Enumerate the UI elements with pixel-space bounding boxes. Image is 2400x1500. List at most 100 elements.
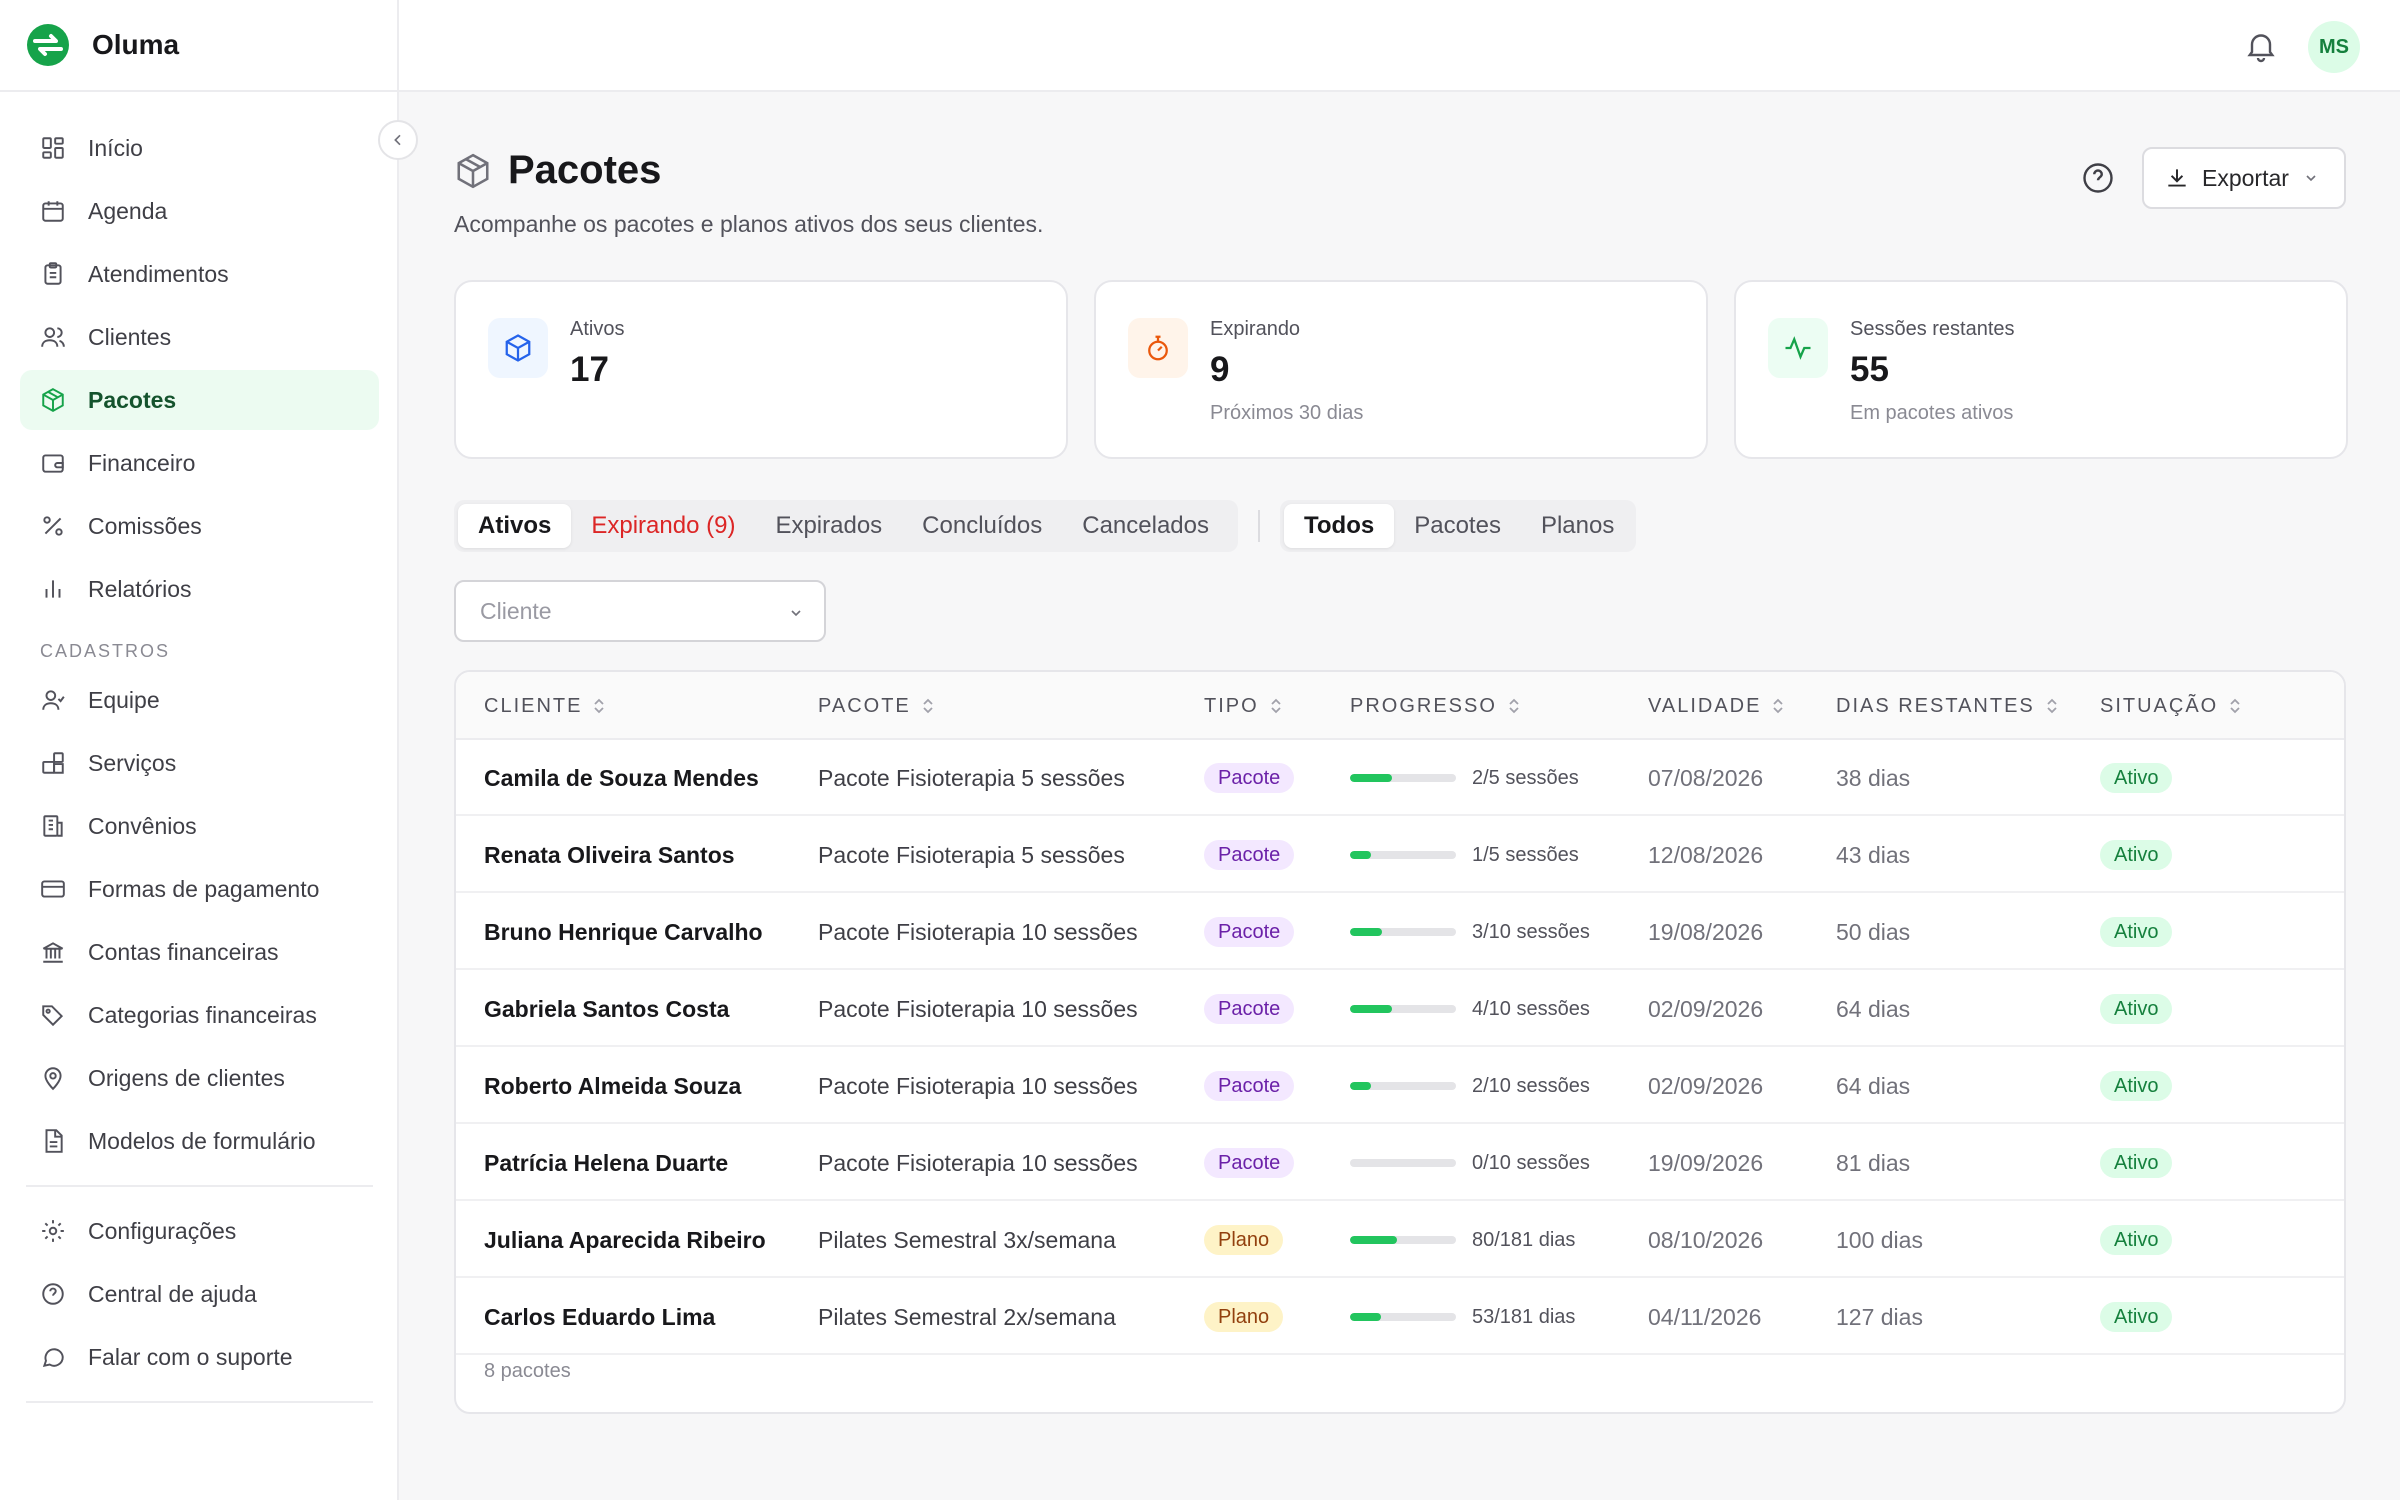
sidebar-item-servicos[interactable]: Serviços: [20, 733, 379, 793]
tab-ativos[interactable]: Ativos: [458, 504, 572, 548]
cell-dias-restantes: 38 dias: [1836, 764, 1911, 791]
tab-cancelados[interactable]: Cancelados: [1062, 504, 1229, 548]
sort-icon: [594, 698, 605, 714]
sidebar-item-origens-clientes[interactable]: Origens de clientes: [20, 1048, 379, 1108]
type-tabs: Todos Pacotes Planos: [1280, 500, 1636, 552]
sidebar-item-convenios[interactable]: Convênios: [20, 796, 379, 856]
tab-planos[interactable]: Planos: [1521, 504, 1634, 548]
sidebar-item-central-ajuda[interactable]: Central de ajuda: [20, 1264, 379, 1324]
package-icon: [457, 153, 489, 188]
clipboard-icon: [40, 261, 66, 287]
stat-card-ativos: Ativos 17: [454, 280, 1068, 459]
sidebar-item-contas-financeiras[interactable]: Contas financeiras: [20, 922, 379, 982]
cell-cliente[interactable]: Bruno Henrique Carvalho: [484, 894, 763, 970]
sidebar-item-label: Equipe: [88, 686, 160, 713]
stat-card-expirando: Expirando 9 Próximos 30 dias: [1094, 280, 1708, 459]
sidebar-item-configuracoes[interactable]: Configurações: [20, 1201, 379, 1261]
sort-icon: [2230, 698, 2240, 714]
sidebar-item-falar-suporte[interactable]: Falar com o suporte: [20, 1327, 379, 1387]
sidebar-item-label: Central de ajuda: [88, 1280, 257, 1307]
table-row[interactable]: Roberto Almeida Souza Pacote Fisioterapia…: [456, 1048, 2344, 1124]
brand[interactable]: Oluma: [0, 0, 397, 92]
sidebar-item-relatorios[interactable]: Relatórios: [20, 559, 379, 619]
table-row[interactable]: Patrícia Helena Duarte Pacote Fisioterapi…: [456, 1125, 2344, 1201]
sidebar-item-equipe[interactable]: Equipe: [20, 670, 379, 730]
status-badge: Ativo: [2100, 763, 2173, 793]
export-button[interactable]: Exportar: [2142, 147, 2346, 209]
sidebar-item-atendimentos[interactable]: Atendimentos: [20, 244, 379, 304]
cell-dias-restantes: 43 dias: [1836, 841, 1911, 868]
sidebar-item-label: Pacotes: [88, 386, 177, 413]
progress-bar: [1350, 1005, 1456, 1013]
cell-cliente[interactable]: Roberto Almeida Souza: [484, 1048, 741, 1124]
sidebar-item-comissoes[interactable]: Comissões: [20, 496, 379, 556]
column-header-tipo[interactable]: TIPO: [1204, 672, 1283, 740]
table-row[interactable]: Camila de Souza Mendes Pacote Fisioterapi…: [456, 740, 2344, 816]
sidebar-item-label: Configurações: [88, 1217, 237, 1244]
timer-icon: [1148, 335, 1168, 361]
status-badge: Ativo: [2100, 840, 2173, 870]
sidebar-item-agenda[interactable]: Agenda: [20, 181, 379, 241]
cell-cliente[interactable]: Gabriela Santos Costa: [484, 971, 729, 1047]
help-icon[interactable]: [2080, 160, 2116, 196]
tab-expirados[interactable]: Expirados: [755, 504, 902, 548]
cell-validade: 12/08/2026: [1648, 841, 1764, 868]
sidebar-item-pacotes[interactable]: Pacotes: [20, 370, 379, 430]
bell-icon[interactable]: [2243, 28, 2279, 64]
sort-icon: [2047, 698, 2057, 714]
column-header-dias-restantes[interactable]: DIAS RESTANTES: [1836, 672, 2059, 740]
progress-text: 2/10 sessões: [1472, 1074, 1590, 1097]
column-header-progresso[interactable]: PROGRESSO: [1350, 672, 1521, 740]
sidebar-item-formas-pagamento[interactable]: Formas de pagamento: [20, 859, 379, 919]
sidebar-item-inicio[interactable]: Início: [20, 118, 379, 178]
sidebar-item-label: Falar com o suporte: [88, 1343, 293, 1370]
cell-tipo: Plano: [1204, 1202, 1284, 1278]
column-header-validade[interactable]: VALIDADE: [1648, 672, 1785, 740]
stat-value: 9: [1210, 350, 1230, 389]
table-row[interactable]: Carlos Eduardo Lima Pilates Semestral 2x/…: [456, 1279, 2344, 1355]
sidebar-item-financeiro[interactable]: Financeiro: [20, 433, 379, 493]
client-select[interactable]: Cliente: [454, 580, 826, 642]
sidebar-item-label: Categorias financeiras: [88, 1001, 317, 1028]
tab-pacotes[interactable]: Pacotes: [1394, 504, 1521, 548]
cell-cliente[interactable]: Patrícia Helena Duarte: [484, 1125, 728, 1201]
column-header-cliente[interactable]: CLIENTE: [484, 672, 606, 740]
blocks-icon: [40, 750, 66, 776]
table-row[interactable]: Juliana Aparecida Ribeiro Pilates Semestr…: [456, 1202, 2344, 1278]
progress-bar: [1350, 851, 1456, 859]
progress-fill: [1350, 851, 1372, 859]
status-badge: Ativo: [2100, 1225, 2173, 1255]
map-pin-icon: [40, 1065, 66, 1091]
oluma-logo-icon: [27, 24, 69, 66]
sidebar-item-categorias-financeiras[interactable]: Categorias financeiras: [20, 985, 379, 1045]
building-icon: [40, 813, 66, 839]
sidebar-item-clientes[interactable]: Clientes: [20, 307, 379, 367]
cell-cliente[interactable]: Renata Oliveira Santos: [484, 817, 735, 893]
sidebar-item-label: Serviços: [88, 749, 177, 776]
sidebar-item-modelos-formulario[interactable]: Modelos de formulário: [20, 1111, 379, 1171]
column-header-pacote[interactable]: PACOTE: [818, 672, 935, 740]
tab-todos[interactable]: Todos: [1284, 504, 1395, 548]
table-row[interactable]: Gabriela Santos Costa Pacote Fisioterapia…: [456, 971, 2344, 1047]
sort-icon: [923, 698, 933, 714]
cell-progresso: 3/10 sessões: [1350, 894, 1590, 970]
cell-cliente[interactable]: Camila de Souza Mendes: [484, 740, 759, 816]
cell-cliente[interactable]: Carlos Eduardo Lima: [484, 1279, 715, 1355]
progress-bar: [1350, 1159, 1456, 1167]
chevron-down-icon: [791, 610, 801, 617]
tab-concluidos[interactable]: Concluídos: [902, 504, 1062, 548]
progress-fill: [1350, 1082, 1372, 1090]
packages-table: CLIENTE PACOTE TIPO PROGRESSO VALIDADE D…: [454, 670, 2346, 1414]
column-header-situacao[interactable]: SITUAÇÃO: [2100, 672, 2242, 740]
table-row[interactable]: Renata Oliveira Santos Pacote Fisioterapi…: [456, 817, 2344, 893]
cell-tipo: Pacote: [1204, 740, 1295, 816]
table-row[interactable]: Bruno Henrique Carvalho Pacote Fisioterap…: [456, 894, 2344, 970]
collapse-sidebar-button[interactable]: [378, 120, 418, 160]
stat-card-sessoes-restantes: Sessões restantes 55 Em pacotes ativos: [1734, 280, 2348, 459]
brand-name: Oluma: [92, 29, 180, 60]
avatar[interactable]: MS: [2308, 21, 2360, 73]
cell-cliente[interactable]: Juliana Aparecida Ribeiro: [484, 1202, 766, 1278]
tab-expirando[interactable]: Expirando (9): [571, 504, 755, 548]
percent-icon: [40, 513, 66, 539]
progress-bar: [1350, 1082, 1456, 1090]
